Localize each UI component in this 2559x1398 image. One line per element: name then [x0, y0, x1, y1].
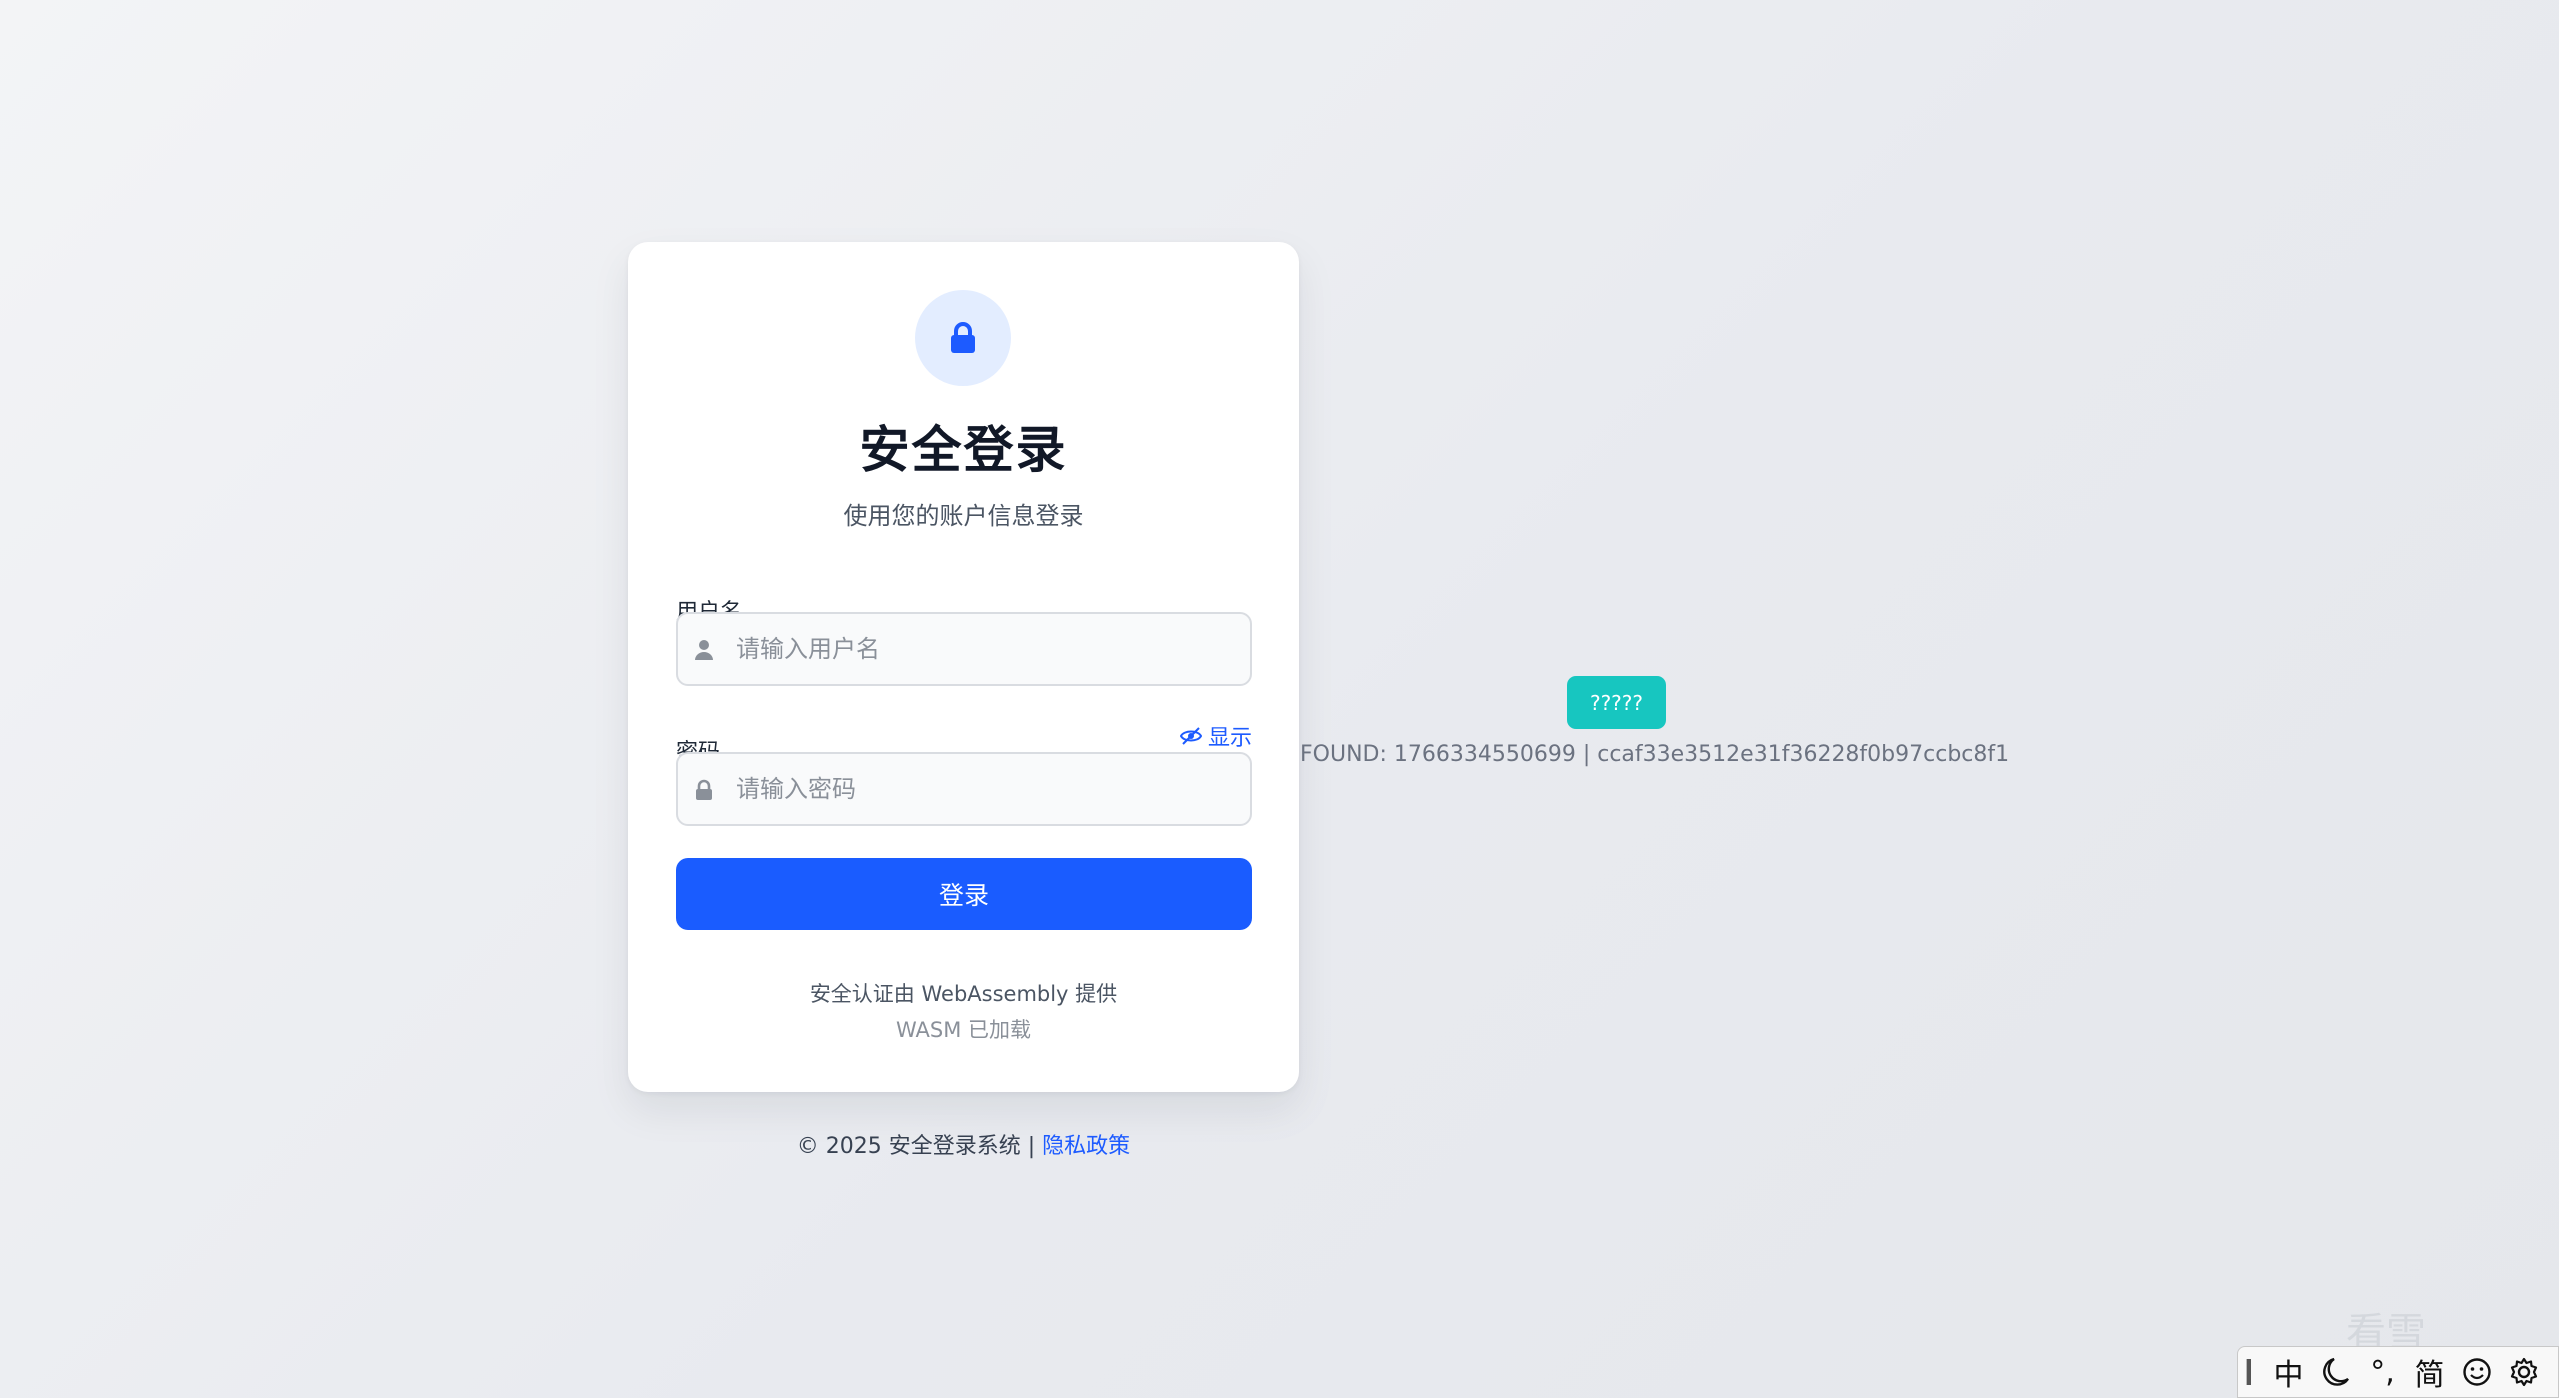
debug-button[interactable]: ?????	[1567, 676, 1666, 729]
ime-settings-button[interactable]	[2500, 1352, 2547, 1392]
moon-icon	[2322, 1357, 2349, 1386]
ime-toolbar: 中 °, 简	[2237, 1346, 2559, 1398]
password-field[interactable]	[676, 752, 1252, 826]
copyright-text: © 2025 安全登录系统 |	[796, 1134, 1043, 1159]
eye-slash-icon	[1179, 727, 1202, 745]
login-subtitle: 使用您的账户信息登录	[843, 502, 1084, 530]
login-title: 安全登录	[859, 421, 1068, 479]
lock-badge	[915, 290, 1011, 386]
login-button[interactable]: 登录	[676, 858, 1252, 930]
privacy-link[interactable]: 隐私政策	[1042, 1134, 1130, 1159]
security-note: 安全认证由 WebAssembly 提供	[809, 982, 1118, 1006]
wasm-status: WASM 已加载	[895, 1018, 1032, 1042]
user-icon	[695, 640, 713, 660]
lock-icon	[951, 322, 975, 353]
ime-script-toggle[interactable]: 简	[2406, 1352, 2453, 1393]
show-password-toggle[interactable]: 显示	[1179, 720, 1252, 752]
ime-emoji-button[interactable]	[2453, 1352, 2500, 1392]
found-output: FOUND: 1766334550699 | ccaf33e3512e31f36…	[1300, 742, 2010, 767]
password-input[interactable]	[736, 754, 1236, 824]
username-field[interactable]	[676, 612, 1252, 686]
ime-width-toggle[interactable]	[2312, 1352, 2359, 1392]
gear-icon	[2510, 1357, 2537, 1387]
smiley-icon	[2462, 1358, 2491, 1386]
ime-mode-toggle[interactable]: 中	[2265, 1352, 2312, 1393]
lock-icon	[696, 779, 712, 800]
footer: © 2025 安全登录系统 | 隐私政策	[628, 1128, 1299, 1160]
show-password-label: 显示	[1207, 726, 1252, 751]
login-card: 安全登录 使用您的账户信息登录 用户名 密码 显示 登录 安全认证由 WebAs…	[628, 242, 1299, 1092]
ime-punctuation-toggle[interactable]: °,	[2359, 1352, 2406, 1392]
username-input[interactable]	[736, 614, 1236, 684]
ime-drag-handle[interactable]	[2246, 1359, 2251, 1385]
